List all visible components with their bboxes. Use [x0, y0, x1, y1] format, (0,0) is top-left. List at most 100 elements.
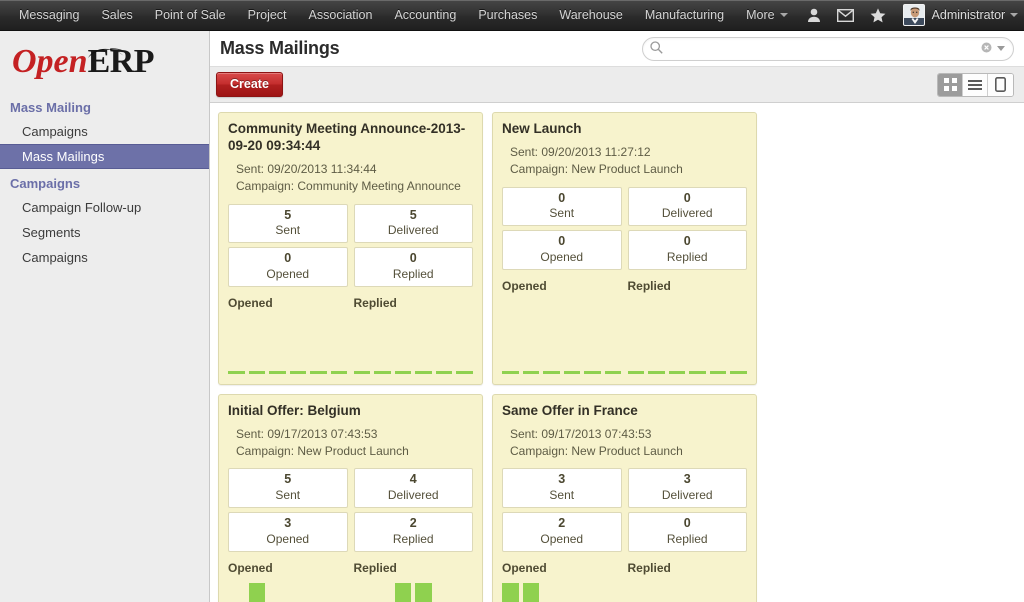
user-icon[interactable]: [799, 0, 829, 30]
menu-item-accounting[interactable]: Accounting: [383, 0, 467, 30]
stat-box-delivered[interactable]: 3 Delivered: [627, 468, 747, 509]
stat-box-sent[interactable]: 5 Sent: [228, 468, 348, 509]
sparkline-bar: [435, 370, 453, 374]
menu-item-warehouse[interactable]: Warehouse: [548, 0, 633, 30]
envelope-icon[interactable]: [831, 0, 861, 30]
stat-box-opened[interactable]: 2 Opened: [502, 512, 622, 552]
stat-value: 5: [409, 207, 417, 222]
menu-item-label: Warehouse: [559, 8, 623, 22]
sparkline-bars: [628, 578, 748, 602]
menu-item-association[interactable]: Association: [298, 0, 384, 30]
stat-label: Sent: [549, 206, 575, 221]
stat-label: Delivered: [387, 488, 439, 503]
view-kanban-button[interactable]: [938, 73, 963, 96]
sparkline-bars: [228, 313, 348, 375]
kanban-card[interactable]: Initial Offer: Belgium Sent: 09/17/2013 0…: [218, 393, 483, 602]
sparkline-bar: [310, 370, 327, 374]
stat-box-replied[interactable]: 2 Replied: [353, 512, 473, 552]
card-title: Initial Offer: Belgium: [228, 402, 361, 418]
magnifier-icon: [650, 40, 663, 57]
card-title: Community Meeting Announce-2013-09-20 09…: [228, 121, 466, 153]
stat-box-replied[interactable]: 0 Replied: [627, 230, 747, 270]
sparkline-replied: Replied: [627, 279, 748, 375]
chevron-down-icon[interactable]: [997, 46, 1005, 51]
stat-box-delivered[interactable]: 0 Delivered: [627, 186, 747, 227]
app-body: OpenERP Mass Mailing Campaigns Mass Mailin…: [0, 31, 1024, 602]
sparkline-bar: [689, 370, 706, 374]
stat-value: 4: [409, 472, 417, 487]
menu-item-purchases[interactable]: Purchases: [467, 0, 548, 30]
user-name-label: Administrator: [931, 8, 1006, 22]
sidebar-item-campaign-follow-up[interactable]: Campaign Follow-up: [0, 195, 209, 220]
card-campaign: Campaign: New Product Launch: [510, 444, 683, 459]
stat-box-opened[interactable]: 3 Opened: [228, 512, 348, 552]
menu-item-label: Project: [247, 8, 287, 22]
kanban-card[interactable]: New Launch Sent: 09/20/2013 11:27:12 Campa…: [492, 112, 757, 385]
sidebar-item-campaigns[interactable]: Campaigns: [0, 245, 209, 270]
sparkline-bars: [353, 313, 474, 375]
kanban-card[interactable]: Same Offer in France Sent: 09/17/2013 07:…: [492, 393, 757, 602]
stat-label: Delivered: [661, 488, 713, 503]
stat-box-sent[interactable]: 5 Sent: [228, 203, 348, 244]
stat-label: Delivered: [387, 223, 439, 238]
kanban-card[interactable]: Community Meeting Announce-2013-09-20 09…: [218, 112, 483, 385]
sparkline-bar: [522, 370, 540, 374]
sparkline-bar: [415, 370, 432, 374]
stat-box-delivered[interactable]: 5 Delivered: [353, 203, 473, 244]
sparkline-opened: Opened: [502, 279, 622, 375]
stat-box-replied[interactable]: 0 Replied: [627, 512, 747, 552]
stat-label: Opened: [266, 266, 310, 281]
stat-label: Delivered: [661, 206, 713, 221]
card-campaign: Campaign: Community Meeting Announce: [236, 179, 461, 194]
topbar-right-tools: Administrator: [799, 0, 1024, 30]
stat-value: 0: [558, 190, 566, 205]
sparkline-bar: [248, 582, 266, 602]
menu-item-sales[interactable]: Sales: [90, 0, 143, 30]
sidebar-item-segments[interactable]: Segments: [0, 220, 209, 245]
openerp-logo[interactable]: OpenERP: [0, 31, 209, 93]
stat-box-replied[interactable]: 0 Replied: [353, 247, 473, 287]
stat-value: 3: [558, 472, 566, 487]
card-sparklines: Opened Replied: [502, 279, 747, 375]
search-input[interactable]: [663, 41, 981, 56]
menu-item-point-of-sale[interactable]: Point of Sale: [144, 0, 237, 30]
menu-item-messaging[interactable]: Messaging: [8, 0, 90, 30]
stat-box-sent[interactable]: 0 Sent: [502, 186, 622, 227]
clear-circle-icon[interactable]: [981, 41, 992, 56]
stat-box-delivered[interactable]: 4 Delivered: [353, 468, 473, 509]
create-button[interactable]: Create: [216, 72, 283, 97]
menu-item-project[interactable]: Project: [237, 0, 298, 30]
view-form-button[interactable]: [988, 73, 1013, 96]
stat-label: Opened: [540, 531, 584, 546]
stat-box-opened[interactable]: 0 Opened: [228, 247, 348, 287]
stat-value: 5: [284, 207, 292, 222]
stat-value: 3: [284, 516, 292, 531]
view-list-button[interactable]: [963, 73, 988, 96]
sidebar-section-mass-mailing: Mass Mailing: [10, 100, 91, 115]
stat-box-sent[interactable]: 3 Sent: [502, 468, 622, 509]
stat-box-opened[interactable]: 0 Opened: [502, 230, 622, 270]
menu-item-more[interactable]: More: [735, 0, 798, 30]
top-menu-bar: Messaging Sales Point of Sale Project Associ…: [0, 0, 1024, 31]
sparkline-replied: Replied: [353, 296, 474, 375]
sparkline-title: Replied: [627, 560, 671, 575]
sparkline-replied: Replied: [628, 561, 748, 602]
sparkline-title: Opened: [228, 560, 273, 575]
sparkline-bar: [269, 370, 286, 374]
menu-item-label: Point of Sale: [154, 8, 226, 22]
sidebar-item-campaigns[interactable]: Campaigns: [0, 119, 209, 144]
search-box[interactable]: [642, 36, 1014, 61]
sidebar-item-mass-mailings[interactable]: Mass Mailings: [0, 144, 209, 169]
user-menu[interactable]: Administrator: [895, 0, 1024, 30]
menu-item-label: More: [746, 8, 775, 22]
card-sparklines: Opened Replied: [502, 561, 747, 602]
sidebar-nav: Mass Mailing Campaigns Mass Mailings Campai…: [0, 93, 209, 270]
sparkline-title: Opened: [502, 560, 547, 575]
stat-label: Sent: [549, 488, 575, 503]
sparkline-opened: Opened: [502, 561, 622, 602]
card-campaign: Campaign: New Product Launch: [510, 162, 683, 177]
menu-item-manufacturing[interactable]: Manufacturing: [634, 0, 735, 30]
sparkline-bar: [228, 370, 245, 374]
menu-item-label: Manufacturing: [644, 8, 725, 22]
star-icon[interactable]: [863, 0, 893, 30]
